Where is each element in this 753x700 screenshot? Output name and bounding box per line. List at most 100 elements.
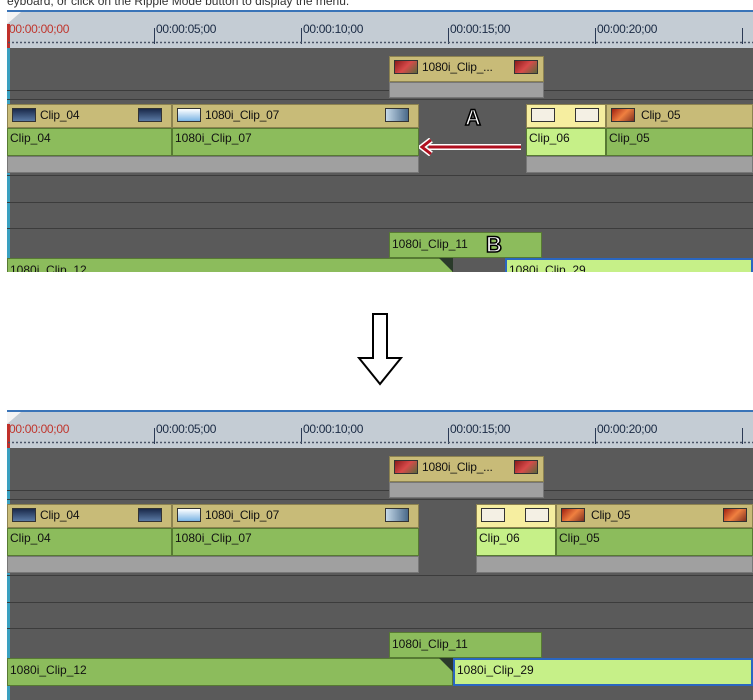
timecode-20: 00:00:20;00 <box>597 22 658 36</box>
timecode-15: 00:00:15;00 <box>450 422 511 436</box>
marker-a: A <box>464 104 481 131</box>
clip-end-marker <box>439 258 453 272</box>
track-strip <box>7 156 419 173</box>
ruler-dots <box>7 41 753 44</box>
thumbnail-crowd-icon <box>723 508 747 522</box>
timeline-ruler[interactable]: 00:00:00;00 00:00:05;00 00:00:10;00 00:0… <box>7 10 753 50</box>
thumbnail-light-icon <box>481 508 505 522</box>
clip-top[interactable]: 1080i_Clip_... <box>389 56 544 82</box>
lane-separator <box>7 99 753 100</box>
clip-12[interactable]: 1080i_Clip_12 <box>7 658 453 686</box>
track-strip <box>526 156 753 173</box>
thumbnail-sky-icon <box>177 108 201 122</box>
clip-06-video[interactable] <box>476 504 556 528</box>
timeline-after: 00:00:00;00 00:00:05;00 00:00:10;00 00:0… <box>7 410 753 700</box>
marker-b: B <box>485 231 502 258</box>
clip-label: Clip_05 <box>559 531 600 545</box>
clip-11[interactable]: 1080i_Clip_11 <box>389 232 542 258</box>
clip-29[interactable]: 1080i_Clip_29 <box>453 658 753 686</box>
clip-07[interactable]: 1080i_Clip_07 <box>172 504 419 528</box>
clip-05-audio[interactable]: Clip_05 <box>606 128 753 156</box>
clip-label: 1080i_Clip_... <box>422 60 493 74</box>
clip-label: 1080i_Clip_07 <box>205 108 280 122</box>
lane-separator <box>7 602 753 603</box>
thumbnail-dark-icon <box>138 508 162 522</box>
clip-label: Clip_05 <box>591 508 631 522</box>
clip-04-audio[interactable]: Clip_04 <box>7 128 172 156</box>
lane-separator <box>7 175 753 176</box>
clip-12[interactable]: 1080i_Clip_12 <box>7 258 453 272</box>
track-strip <box>7 556 419 573</box>
clip-04-audio[interactable]: Clip_04 <box>7 528 172 556</box>
clip-label: 1080i_Clip_12 <box>10 663 87 677</box>
track-strip <box>476 556 753 573</box>
thumbnail-red-icon <box>514 60 538 74</box>
clip-04[interactable]: Clip_04 <box>7 504 172 528</box>
thumbnail-red-icon <box>514 460 538 474</box>
clip-label: Clip_04 <box>10 531 51 545</box>
clip-label: 1080i_Clip_07 <box>205 508 280 522</box>
clip-05[interactable]: Clip_05 <box>556 504 753 528</box>
clip-label: Clip_05 <box>641 108 681 122</box>
thumbnail-dark-icon <box>12 508 36 522</box>
lane-separator <box>7 202 753 203</box>
clip-05-audio[interactable]: Clip_05 <box>556 528 753 556</box>
clip-11[interactable]: 1080i_Clip_11 <box>389 632 542 658</box>
clip-label: Clip_04 <box>40 508 80 522</box>
clip-04[interactable]: Clip_04 <box>7 104 172 128</box>
header-text: eyboard, or click on the Ripple Mode but… <box>7 0 350 8</box>
thumbnail-person-icon <box>385 108 409 122</box>
clip-label: Clip_06 <box>529 131 570 145</box>
lane-separator <box>7 90 753 91</box>
thumbnail-red-icon <box>394 60 418 74</box>
thumbnail-light-icon <box>575 108 599 122</box>
clip-label: 1080i_Clip_07 <box>175 131 252 145</box>
clip-label: 1080i_Clip_29 <box>457 663 534 677</box>
clip-06-audio[interactable]: Clip_06 <box>476 528 556 556</box>
clip-label: 1080i_Clip_07 <box>175 531 252 545</box>
clip-top[interactable]: 1080i_Clip_... <box>389 456 544 482</box>
clip-label: 1080i_Clip_11 <box>392 637 468 651</box>
clip-06-audio[interactable]: Clip_06 <box>526 128 606 156</box>
clip-label: 1080i_Clip_29 <box>509 263 586 272</box>
timecode-0: 00:00:00;00 <box>9 22 70 36</box>
clip-07-audio[interactable]: 1080i_Clip_07 <box>172 128 419 156</box>
clip-top-audio-strip <box>389 482 544 498</box>
clip-05[interactable]: Clip_05 <box>606 104 753 128</box>
thumbnail-light-icon <box>531 108 555 122</box>
timecode-15: 00:00:15;00 <box>450 22 511 36</box>
down-arrow-outline-icon <box>356 313 404 386</box>
clip-label: Clip_04 <box>40 108 80 122</box>
timecode-5: 00:00:05;00 <box>156 22 217 36</box>
timecode-0: 00:00:00;00 <box>9 422 70 436</box>
timeline-ruler[interactable]: 00:00:00;00 00:00:05;00 00:00:10;00 00:0… <box>7 410 753 450</box>
thumbnail-light-icon <box>525 508 549 522</box>
clip-label: Clip_04 <box>10 131 51 145</box>
clip-end-marker <box>439 658 453 672</box>
ruler-dots <box>7 441 753 444</box>
thumbnail-dark-icon <box>138 108 162 122</box>
clip-07-audio[interactable]: 1080i_Clip_07 <box>172 528 419 556</box>
timecode-10: 00:00:10;00 <box>303 422 364 436</box>
thumbnail-red-icon <box>394 460 418 474</box>
clip-label: 1080i_Clip_11 <box>392 237 468 251</box>
thumbnail-crowd-icon <box>561 508 585 522</box>
clip-29[interactable]: 1080i_Clip_29 <box>505 258 753 272</box>
ripple-arrow-a-icon <box>419 138 521 156</box>
clip-label: Clip_06 <box>479 531 520 545</box>
timecode-10: 00:00:10;00 <box>303 22 364 36</box>
clip-06-video[interactable] <box>526 104 606 128</box>
thumbnail-sky-icon <box>177 508 201 522</box>
timeline-before: 00:00:00;00 00:00:05;00 00:00:10;00 00:0… <box>7 10 753 272</box>
clip-label: 1080i_Clip_... <box>422 460 493 474</box>
timecode-5: 00:00:05;00 <box>156 422 217 436</box>
lane-separator <box>7 228 753 229</box>
lane-separator <box>7 575 753 576</box>
lane-separator <box>7 499 753 500</box>
timecode-20: 00:00:20;00 <box>597 422 658 436</box>
lane-separator <box>7 490 753 491</box>
lane-separator <box>7 628 753 629</box>
thumbnail-crowd-icon <box>611 108 635 122</box>
clip-label: Clip_05 <box>609 131 650 145</box>
clip-07[interactable]: 1080i_Clip_07 <box>172 104 419 128</box>
